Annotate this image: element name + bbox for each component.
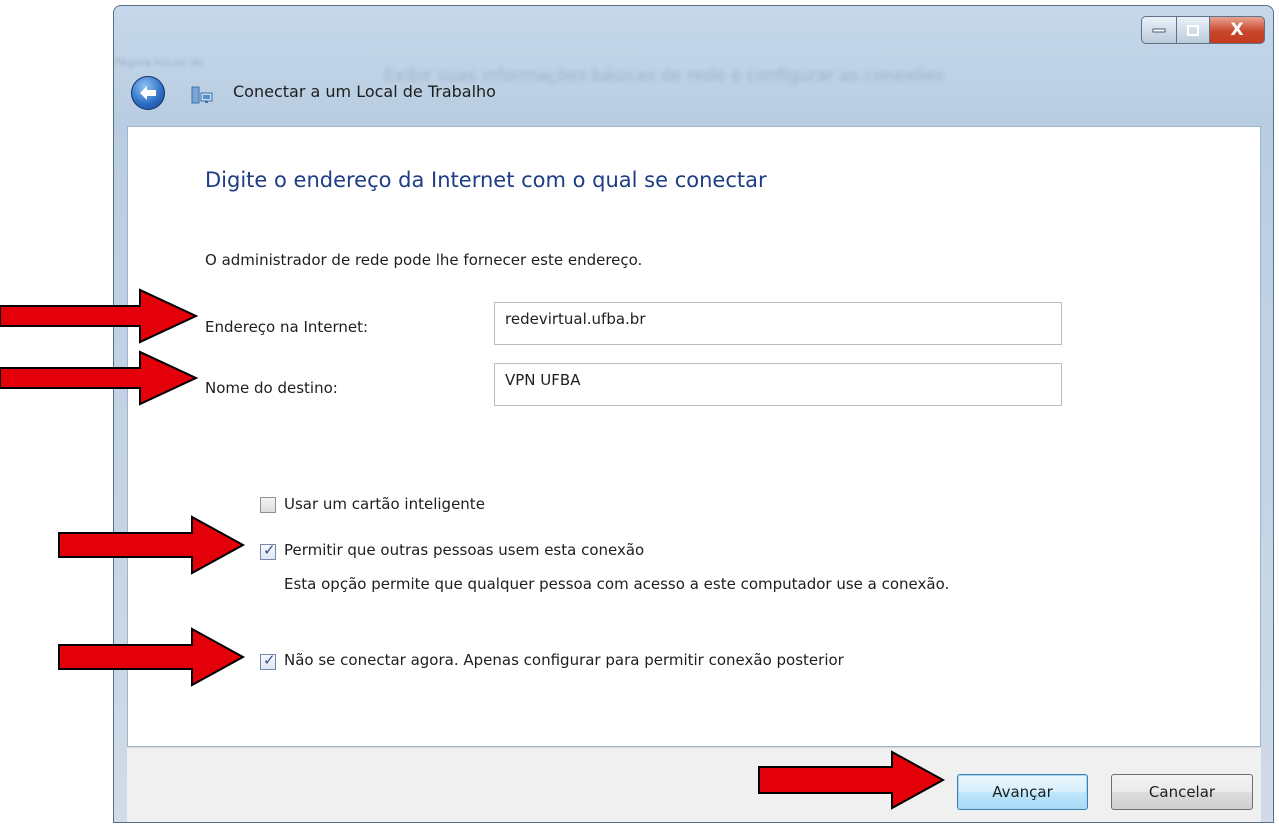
arrow-annotation-destination xyxy=(0,350,199,406)
wizard-footer: Avançar Cancelar xyxy=(127,747,1261,822)
maximize-button[interactable] xyxy=(1177,16,1210,44)
dont-connect-checkbox[interactable]: ✓ xyxy=(260,651,276,670)
background-text-left: Página Inicial do xyxy=(114,56,204,69)
address-label: Endereço na Internet: xyxy=(205,318,369,336)
dont-connect-label: Não se conectar agora. Apenas configurar… xyxy=(284,651,844,669)
back-button[interactable] xyxy=(131,76,165,110)
background-text: Exibir suas informações básicas de rede … xyxy=(384,66,945,86)
arrow-annotation-dont-connect xyxy=(58,627,246,687)
page-heading: Digite o endereço da Internet com o qual… xyxy=(205,168,767,192)
wizard-content: Digite o endereço da Internet com o qual… xyxy=(127,126,1261,747)
smartcard-checkbox[interactable] xyxy=(260,497,276,513)
next-button[interactable]: Avançar xyxy=(957,774,1088,810)
close-button[interactable]: X xyxy=(1210,16,1265,44)
destination-input[interactable]: VPN UFBA xyxy=(494,363,1062,406)
smartcard-label: Usar um cartão inteligente xyxy=(284,495,485,513)
allow-others-checkbox[interactable]: ✓ xyxy=(260,541,276,560)
cancel-button[interactable]: Cancelar xyxy=(1111,774,1253,810)
back-arrow-icon xyxy=(140,86,156,100)
page-description: O administrador de rede pode lhe fornece… xyxy=(205,251,643,269)
check-icon: ✓ xyxy=(263,651,276,669)
minimize-button[interactable] xyxy=(1141,16,1177,44)
arrow-annotation-next xyxy=(758,750,946,810)
check-icon: ✓ xyxy=(263,541,276,559)
allow-others-note: Esta opção permite que qualquer pessoa c… xyxy=(284,575,950,593)
close-icon: X xyxy=(1230,20,1244,40)
window-title: Conectar a um Local de Trabalho xyxy=(233,82,496,101)
arrow-annotation-address xyxy=(0,288,199,344)
workplace-network-icon xyxy=(191,86,213,104)
minimize-icon xyxy=(1152,28,1166,33)
caption-buttons: X xyxy=(1141,16,1265,46)
maximize-icon xyxy=(1187,24,1199,36)
dialog-window: Página Inicial do Exibir suas informaçõe… xyxy=(113,5,1274,823)
allow-others-label: Permitir que outras pessoas usem esta co… xyxy=(284,541,645,559)
address-input[interactable]: redevirtual.ufba.br xyxy=(494,302,1062,345)
arrow-annotation-allow-others xyxy=(58,515,246,575)
destination-label: Nome do destino: xyxy=(205,379,338,397)
